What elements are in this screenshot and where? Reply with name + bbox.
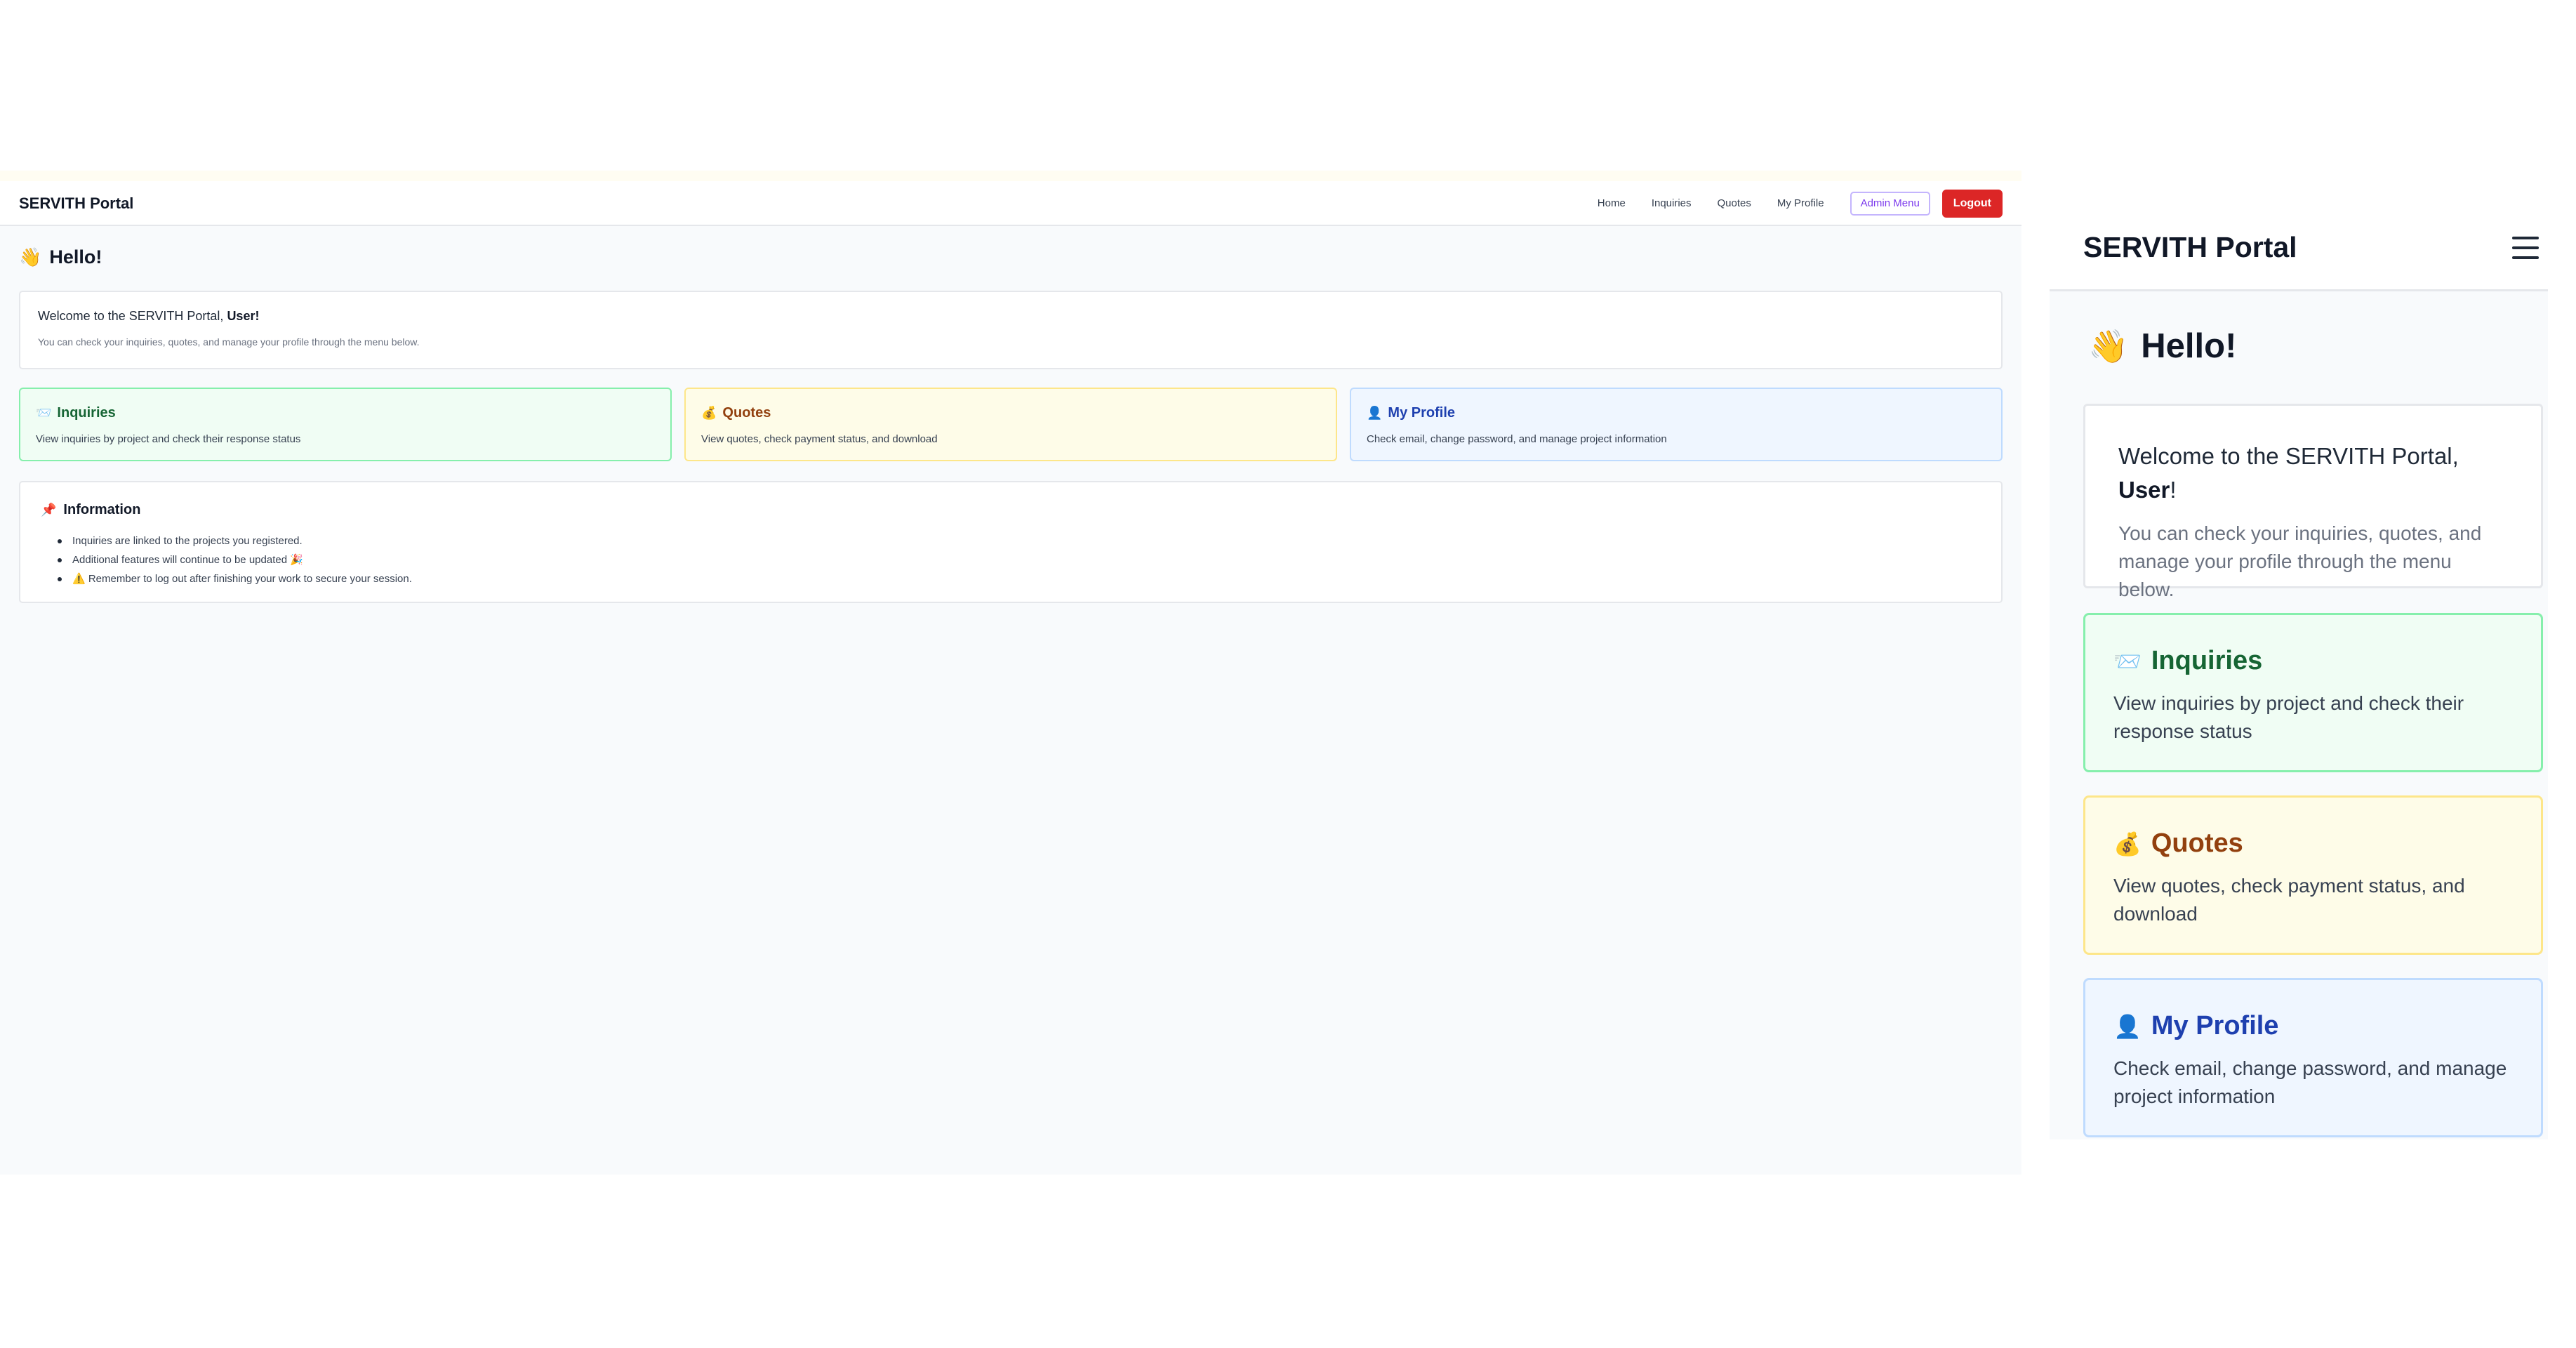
mobile-inquiries-card-title: 📨 Inquiries — [2113, 646, 2262, 676]
list-item: Inquiries are linked to the projects you… — [53, 531, 412, 550]
page-title-text: Hello! — [49, 246, 102, 267]
mobile-page-title-text: Hello! — [2141, 327, 2237, 365]
welcome-subtitle: You can check your inquiries, quotes, an… — [38, 336, 420, 348]
wave-icon: 👋 — [2088, 327, 2129, 364]
welcome-prefix: Welcome to the SERVITH Portal, — [2118, 443, 2459, 469]
welcome-username: User — [227, 309, 255, 323]
mobile-profile-card-label: My Profile — [2151, 1011, 2279, 1040]
mobile-welcome-message: Welcome to the SERVITH Portal, User! — [2118, 440, 2511, 507]
money-bag-icon: 💰 — [2113, 831, 2142, 857]
mobile-quotes-card-label: Quotes — [2151, 828, 2243, 858]
navbar: SERVITH Portal Home Inquiries Quotes My … — [0, 181, 2021, 226]
mobile-navbar: SERVITH Portal — [2050, 185, 2548, 291]
pushpin-icon: 📌 — [41, 503, 57, 517]
brand-logo[interactable]: SERVITH Portal — [19, 181, 133, 226]
list-item: Additional features will continue to be … — [53, 550, 412, 569]
admin-menu-button[interactable]: Admin Menu — [1850, 192, 1930, 216]
inquiries-card-label: Inquiries — [57, 405, 116, 421]
welcome-message: Welcome to the SERVITH Portal, User! — [38, 309, 259, 324]
inquiries-card-desc: View inquiries by project and check thei… — [36, 433, 301, 445]
money-bag-icon: 💰 — [701, 406, 717, 420]
profile-card-desc: Check email, change password, and manage… — [1367, 433, 1667, 445]
envelope-icon: 📨 — [2113, 648, 2142, 674]
mobile-quotes-card-desc: View quotes, check payment status, and d… — [2113, 875, 2465, 925]
information-title: 📌 Information — [41, 502, 140, 518]
mobile-page-title: 👋 Hello! — [2088, 326, 2236, 366]
envelope-icon: 📨 — [36, 406, 52, 420]
information-list: Inquiries are linked to the projects you… — [53, 531, 412, 588]
hamburger-icon[interactable] — [2512, 237, 2539, 259]
quotes-card-title: 💰 Quotes — [701, 405, 771, 421]
nav-inquiries-link[interactable]: Inquiries — [1652, 190, 1692, 217]
mobile-inquiries-card-label: Inquiries — [2151, 646, 2263, 675]
user-icon: 👤 — [1367, 406, 1383, 420]
mobile-welcome-subtitle: You can check your inquiries, quotes, an… — [2118, 522, 2482, 600]
mobile-profile-card[interactable]: 👤 My Profile Check email, change passwor… — [2083, 978, 2543, 1137]
list-item: ⚠️ Remember to log out after finishing y… — [53, 569, 412, 588]
top-strip — [0, 171, 2021, 181]
quotes-card-desc: View quotes, check payment status, and d… — [701, 433, 938, 445]
wave-icon: 👋 — [19, 246, 42, 267]
inquiries-card[interactable]: 📨 Inquiries View inquiries by project an… — [19, 388, 672, 461]
mobile-profile-card-desc: Check email, change password, and manage… — [2113, 1057, 2507, 1107]
inquiries-card-title: 📨 Inquiries — [36, 405, 116, 421]
nav-profile-link[interactable]: My Profile — [1777, 190, 1824, 217]
profile-card-label: My Profile — [1388, 405, 1455, 421]
page-title: 👋 Hello! — [19, 246, 102, 268]
mobile-brand-logo[interactable]: SERVITH Portal — [2083, 231, 2297, 264]
mobile-profile-card-title: 👤 My Profile — [2113, 1011, 2278, 1041]
mobile-welcome-card: Welcome to the SERVITH Portal, User! You… — [2083, 404, 2543, 600]
user-icon: 👤 — [2113, 1013, 2142, 1039]
mobile-inquiries-card[interactable]: 📨 Inquiries View inquiries by project an… — [2083, 613, 2543, 772]
welcome-card: Welcome to the SERVITH Portal, User! You… — [19, 291, 2003, 369]
nav-home-link[interactable]: Home — [1598, 190, 1626, 217]
nav-quotes-link[interactable]: Quotes — [1718, 190, 1751, 217]
profile-card-title: 👤 My Profile — [1367, 405, 1455, 421]
nav-links: Home Inquiries Quotes My Profile Admin M… — [1572, 190, 2003, 218]
quotes-card-label: Quotes — [722, 405, 771, 421]
mobile-inquiries-card-desc: View inquiries by project and check thei… — [2113, 692, 2464, 742]
welcome-suffix: ! — [255, 309, 260, 323]
quotes-card[interactable]: 💰 Quotes View quotes, check payment stat… — [684, 388, 1337, 461]
welcome-suffix: ! — [2170, 477, 2177, 503]
information-card: 📌 Information Inquiries are linked to th… — [19, 481, 2003, 603]
profile-card[interactable]: 👤 My Profile Check email, change passwor… — [1350, 388, 2003, 461]
information-title-text: Information — [63, 502, 141, 517]
mobile-quotes-card-title: 💰 Quotes — [2113, 828, 2243, 859]
desktop-view: SERVITH Portal Home Inquiries Quotes My … — [0, 171, 2021, 1175]
mobile-view: SERVITH Portal 👋 Hello! Welcome to the S… — [2050, 185, 2548, 1139]
mobile-quotes-card[interactable]: 💰 Quotes View quotes, check payment stat… — [2083, 795, 2543, 955]
welcome-prefix: Welcome to the SERVITH Portal, — [38, 309, 227, 323]
logout-button[interactable]: Logout — [1941, 190, 2003, 218]
welcome-username: User — [2118, 477, 2170, 503]
